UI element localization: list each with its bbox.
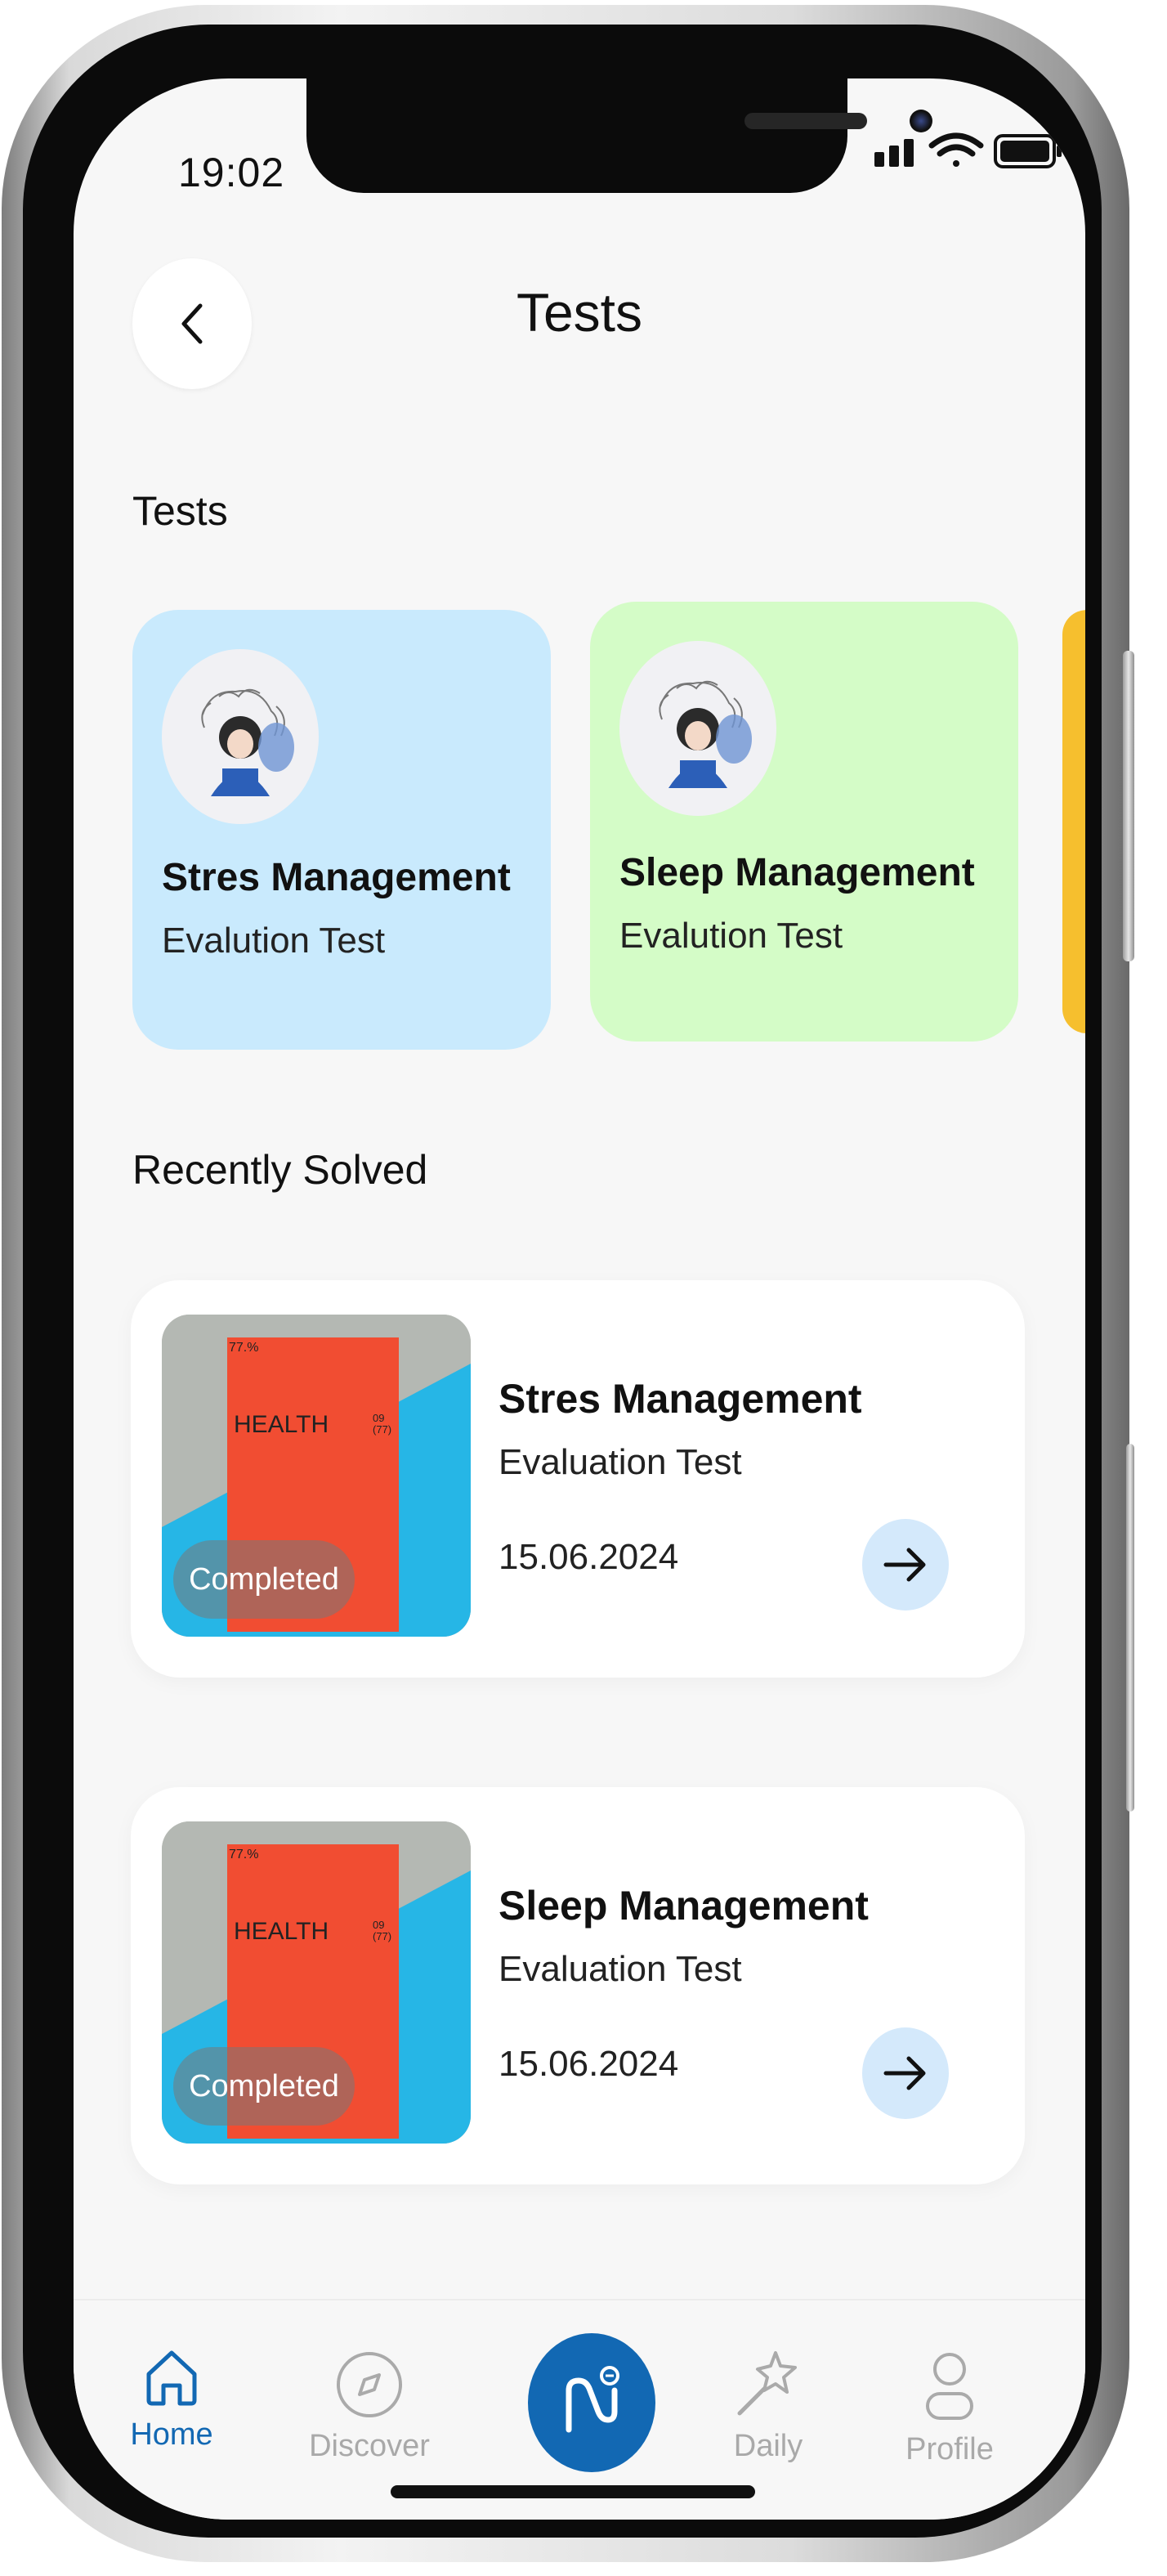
status-badge: Completed	[173, 2047, 355, 2126]
recent-subtitle: Evaluation Test	[499, 1442, 742, 1482]
test-thumbnail: 77.% HEALTH 09 (77) Completed	[162, 1821, 471, 2144]
tab-profile[interactable]: Profile	[876, 2350, 1023, 2467]
recent-title: Sleep Management	[499, 1883, 869, 1929]
speaker	[744, 113, 867, 129]
tab-daily-label: Daily	[733, 2429, 803, 2463]
test-card-sleep[interactable]: Sleep Management Evalution Test	[590, 602, 1018, 1042]
section-title-recent: Recently Solved	[132, 1147, 428, 1193]
thumb-small-text: 77.%	[229, 1848, 259, 1861]
test-card-peek[interactable]	[1062, 610, 1085, 1033]
signal-icon	[874, 139, 914, 167]
wifi-icon	[928, 132, 984, 167]
compass-icon	[337, 2352, 402, 2417]
test-illustration	[619, 641, 776, 816]
phone-bezel: 19:02 Tests Tests Stres Management Evalu…	[23, 25, 1102, 2538]
page-title: Tests	[516, 282, 643, 343]
test-thumbnail: 77.% HEALTH 09 (77) Completed	[162, 1315, 471, 1637]
screen: 19:02 Tests Tests Stres Management Evalu…	[74, 78, 1085, 2520]
recent-subtitle: Evaluation Test	[499, 1949, 742, 1989]
tab-home-label: Home	[130, 2417, 213, 2452]
arrow-right-icon	[883, 2056, 926, 2090]
home-icon	[146, 2350, 197, 2406]
tab-home[interactable]: Home	[98, 2346, 245, 2453]
battery-icon	[994, 134, 1062, 168]
tab-discover-label: Discover	[309, 2429, 430, 2463]
tab-discover[interactable]: Discover	[296, 2350, 443, 2464]
test-card-title: Sleep Management	[619, 851, 975, 894]
tab-profile-label: Profile	[905, 2432, 994, 2466]
open-test-button[interactable]	[862, 2027, 949, 2119]
recent-date: 15.06.2024	[499, 2044, 679, 2084]
side-button	[1123, 651, 1134, 961]
phone-frame: 19:02 Tests Tests Stres Management Evalu…	[2, 5, 1134, 2562]
thumb-headline: HEALTH	[234, 1918, 329, 1945]
home-indicator	[391, 2485, 755, 2498]
recent-test-card[interactable]: 77.% HEALTH 09 (77) Completed Stres Mana…	[131, 1280, 1025, 1678]
brand-logo-icon	[566, 2366, 619, 2433]
tab-daily[interactable]: Daily	[695, 2346, 842, 2464]
thumb-small-text: 77.%	[229, 1341, 259, 1355]
recent-test-card[interactable]: 77.% HEALTH 09 (77) Completed Sleep Mana…	[131, 1787, 1025, 2184]
test-card-subtitle: Evalution Test	[162, 921, 386, 961]
test-card-title: Stres Management	[162, 856, 511, 899]
test-card-stress[interactable]: Stres Management Evalution Test	[132, 610, 551, 1050]
open-test-button[interactable]	[862, 1519, 949, 1611]
recent-title: Stres Management	[499, 1376, 862, 1422]
section-title-tests: Tests	[132, 488, 228, 534]
status-icons	[874, 132, 1062, 168]
status-badge: Completed	[173, 1540, 355, 1619]
thumb-headline: HEALTH	[234, 1411, 329, 1438]
test-illustration	[162, 649, 319, 824]
test-card-subtitle: Evalution Test	[619, 916, 843, 956]
user-icon	[926, 2353, 973, 2420]
magic-wand-icon	[737, 2351, 797, 2416]
side-button-lower	[1126, 1444, 1134, 1812]
notch	[306, 78, 932, 193]
thumb-number: 09 (77)	[373, 1919, 392, 1942]
status-time: 19:02	[178, 150, 285, 195]
tab-main[interactable]	[528, 2333, 655, 2472]
arrow-right-icon	[883, 1548, 926, 1582]
recent-date: 15.06.2024	[499, 1537, 679, 1577]
thumb-number: 09 (77)	[373, 1412, 392, 1436]
